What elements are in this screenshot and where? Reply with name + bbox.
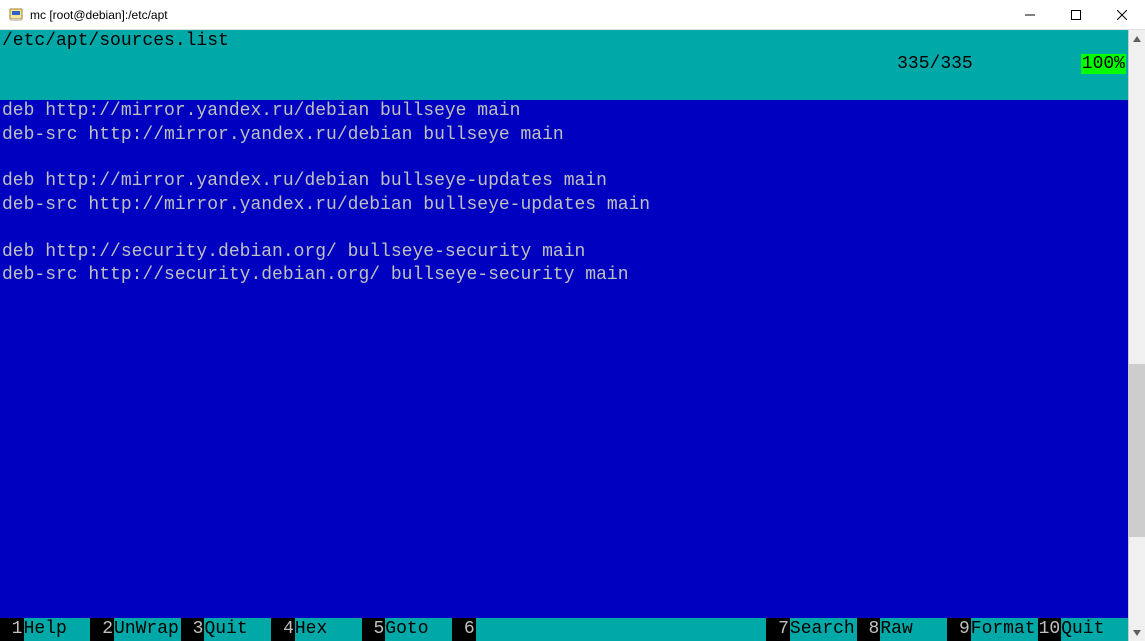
fkey-number: 2 — [90, 618, 114, 641]
fkey-label: UnWrap — [114, 618, 181, 641]
status-percent: 100% — [1081, 54, 1126, 74]
fkey-10[interactable]: 10Quit — [1038, 618, 1128, 641]
fkey-label: Quit — [1061, 618, 1128, 641]
terminal-content: /etc/apt/sources.list 335/335 100% deb h… — [0, 30, 1128, 641]
terminal-area: /etc/apt/sources.list 335/335 100% deb h… — [0, 30, 1145, 641]
fkey-spacer — [543, 618, 767, 641]
fkey-number: 6 — [452, 618, 476, 641]
file-viewer-content[interactable]: deb http://mirror.yandex.ru/debian bulls… — [0, 100, 1128, 617]
fkey-8[interactable]: 8Raw — [857, 618, 947, 641]
file-line — [2, 147, 1126, 170]
fkey-2[interactable]: 2UnWrap — [90, 618, 180, 641]
fkey-9[interactable]: 9Format — [947, 618, 1037, 641]
status-position: 335/335 — [897, 54, 973, 74]
fkey-label: Help — [24, 618, 91, 641]
maximize-button[interactable] — [1053, 0, 1099, 29]
file-line: deb http://mirror.yandex.ru/debian bulls… — [2, 100, 1126, 123]
fkey-1[interactable]: 1Help — [0, 618, 90, 641]
fkey-4[interactable]: 4Hex — [271, 618, 361, 641]
status-file-path: /etc/apt/sources.list — [2, 30, 811, 100]
fkey-7[interactable]: 7Search — [766, 618, 856, 641]
fkey-label: Hex — [295, 618, 362, 641]
file-line — [2, 217, 1126, 240]
window-controls — [1007, 0, 1145, 29]
scrollbar-thumb[interactable] — [1129, 364, 1145, 537]
fkey-number: 5 — [362, 618, 386, 641]
minimize-button[interactable] — [1007, 0, 1053, 29]
fkey-number: 3 — [181, 618, 205, 641]
fkey-number: 8 — [857, 618, 881, 641]
close-button[interactable] — [1099, 0, 1145, 29]
scrollbar-track[interactable] — [1129, 47, 1145, 624]
scrollbar-up-arrow[interactable] — [1129, 30, 1145, 47]
fkey-number: 4 — [271, 618, 295, 641]
file-line: deb-src http://security.debian.org/ bull… — [2, 264, 1126, 287]
function-key-bar: 1Help 2UnWrap 3Quit 4Hex 5Goto 6 7Search… — [0, 618, 1128, 641]
fkey-number: 7 — [766, 618, 790, 641]
fkey-label — [476, 618, 543, 641]
file-line: deb-src http://mirror.yandex.ru/debian b… — [2, 124, 1126, 147]
file-line: deb http://security.debian.org/ bullseye… — [2, 241, 1126, 264]
fkey-label: Format — [971, 618, 1038, 641]
fkey-3[interactable]: 3Quit — [181, 618, 271, 641]
fkey-number: 10 — [1038, 618, 1062, 641]
fkey-label: Raw — [880, 618, 947, 641]
file-line: deb-src http://mirror.yandex.ru/debian b… — [2, 194, 1126, 217]
vertical-scrollbar[interactable] — [1128, 30, 1145, 641]
fkey-number: 1 — [0, 618, 24, 641]
fkey-number: 9 — [947, 618, 971, 641]
viewer-status-line: /etc/apt/sources.list 335/335 100% — [0, 30, 1128, 100]
fkey-6[interactable]: 6 — [452, 618, 542, 641]
window-title: mc [root@debian]:/etc/apt — [30, 8, 1007, 22]
fkey-label: Quit — [204, 618, 271, 641]
fkey-label: Search — [790, 618, 857, 641]
file-line: deb http://mirror.yandex.ru/debian bulls… — [2, 170, 1126, 193]
scrollbar-down-arrow[interactable] — [1129, 624, 1145, 641]
putty-icon — [8, 7, 24, 23]
fkey-label: Goto — [385, 618, 452, 641]
fkey-5[interactable]: 5Goto — [362, 618, 452, 641]
window-titlebar: mc [root@debian]:/etc/apt — [0, 0, 1145, 30]
